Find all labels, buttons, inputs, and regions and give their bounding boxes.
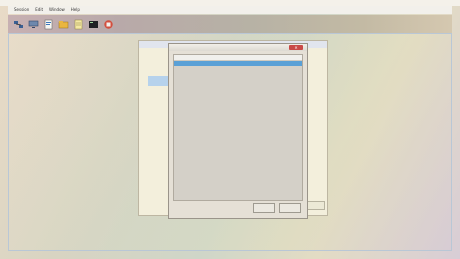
- menu-bar: Session Edit Window Help: [8, 6, 452, 14]
- list-item-selected[interactable]: [174, 61, 302, 66]
- network-button[interactable]: [12, 18, 25, 31]
- notes-button[interactable]: [72, 18, 85, 31]
- ok-button[interactable]: [253, 203, 275, 213]
- dialog-list[interactable]: [173, 54, 303, 201]
- document-icon: [44, 19, 53, 29]
- terminal-icon: [89, 20, 98, 28]
- close-button[interactable]: ✕: [289, 45, 303, 50]
- computer-button[interactable]: [27, 18, 40, 31]
- menu-item-session[interactable]: Session: [14, 6, 29, 14]
- menu-item-help[interactable]: Help: [71, 6, 80, 14]
- background-dialog-button[interactable]: [305, 201, 325, 210]
- dialog: ✕: [168, 43, 308, 219]
- menu-item-window[interactable]: Window: [49, 6, 65, 14]
- menu-item-edit[interactable]: Edit: [35, 6, 43, 14]
- notes-icon: [74, 19, 83, 29]
- stop-icon: [104, 19, 113, 29]
- stop-button[interactable]: [102, 18, 115, 31]
- dialog-titlebar: ✕: [169, 44, 307, 51]
- document-button[interactable]: [42, 18, 55, 31]
- folder-button[interactable]: [57, 18, 70, 31]
- terminal-button[interactable]: [87, 18, 100, 31]
- folder-icon: [58, 20, 69, 28]
- list-item[interactable]: [174, 67, 302, 72]
- background-list-selection[interactable]: [148, 76, 170, 86]
- computer-icon: [28, 20, 39, 28]
- network-icon: [14, 20, 23, 28]
- cancel-button[interactable]: [279, 203, 301, 213]
- toolbar: [8, 15, 452, 33]
